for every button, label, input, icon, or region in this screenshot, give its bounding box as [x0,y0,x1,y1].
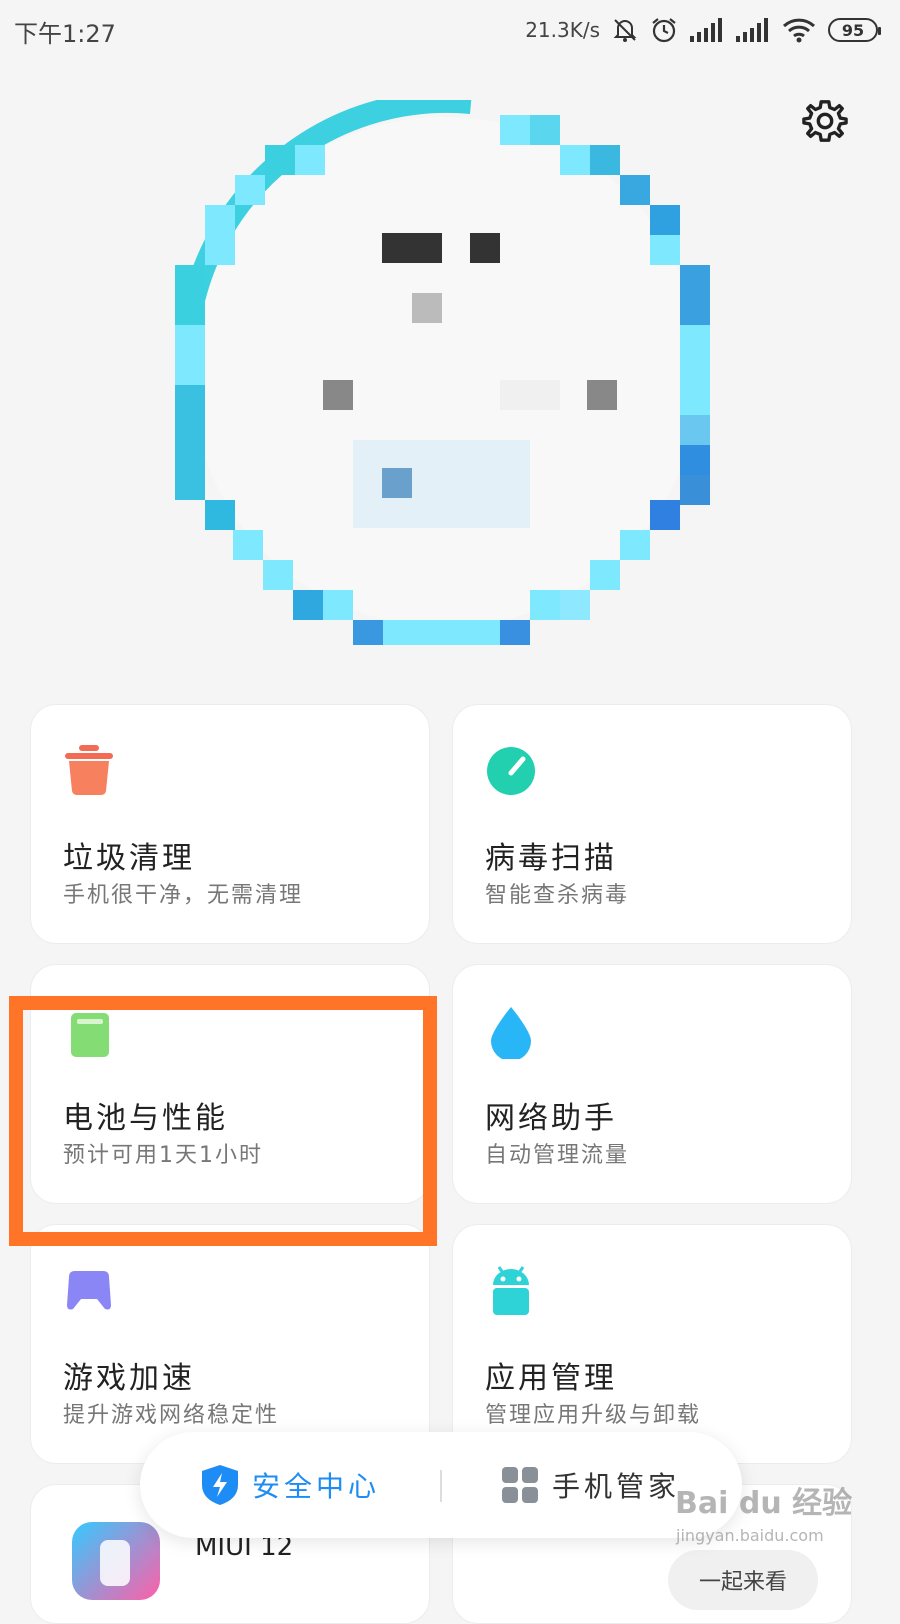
status-indicators: 21.3K/s 95 [525,12,881,48]
card-subtitle: 管理应用升级与卸载 [485,1403,702,1428]
card-junk-cleanup[interactable]: 垃圾清理 手机很干净，无需清理 [30,704,430,944]
network-speed: 21.3K/s [525,18,600,42]
card-subtitle: 自动管理流量 [485,1143,630,1168]
wifi-icon [782,17,816,43]
mute-bell-icon [612,17,638,43]
tab-security-center[interactable]: 安全中心 [200,1432,380,1538]
battery-card-icon [63,1003,115,1059]
bottom-tab-bar: 安全中心 手机管家 [140,1432,742,1538]
card-title: 电池与性能 [63,1101,228,1136]
battery-icon: 95 [828,18,881,42]
security-score-ring[interactable] [175,90,715,645]
card-network-assistant[interactable]: 网络助手 自动管理流量 [452,964,852,1204]
peek-button[interactable]: 一起来看 [668,1550,818,1610]
shield-icon [202,1465,238,1505]
signal-icon [690,18,724,42]
card-battery-performance[interactable]: 电池与性能 预计可用1天1小时 [30,964,430,1204]
status-time: 下午1:27 [14,20,116,48]
status-bar: 下午1:27 21.3K/s 95 [0,0,900,60]
card-title: 网络助手 [485,1101,617,1136]
signal-icon [736,18,770,42]
card-subtitle: 智能查杀病毒 [485,883,630,908]
gamepad-icon [63,1263,115,1319]
card-subtitle: 提升游戏网络稳定性 [63,1403,280,1428]
watermark-url: jingyan.baidu.com [676,1526,824,1545]
watermark-brand: Bai du 经验 [675,1486,853,1521]
droplet-icon [485,1003,537,1061]
card-title: 病毒扫描 [485,841,617,876]
card-title: 垃圾清理 [63,841,195,876]
tab-phone-manager[interactable]: 手机管家 [500,1432,680,1538]
tab-divider [440,1470,442,1502]
android-icon [485,1263,537,1319]
miui-logo [72,1522,160,1600]
grid-icon [502,1467,538,1503]
scan-gauge-icon [485,743,537,799]
card-subtitle: 预计可用1天1小时 [63,1143,263,1168]
alarm-icon [650,16,678,44]
card-app-management[interactable]: 应用管理 管理应用升级与卸载 [452,1224,852,1464]
tab-label: 手机管家 [552,1470,681,1503]
gear-icon [802,100,848,142]
card-title: 游戏加速 [63,1361,195,1396]
settings-button[interactable] [800,96,850,146]
card-title: 应用管理 [485,1361,617,1396]
card-game-boost[interactable]: 游戏加速 提升游戏网络稳定性 [30,1224,430,1464]
trash-icon [63,743,115,799]
tab-label: 安全中心 [252,1470,381,1503]
card-subtitle: 手机很干净，无需清理 [63,883,304,908]
card-virus-scan[interactable]: 病毒扫描 智能查杀病毒 [452,704,852,944]
